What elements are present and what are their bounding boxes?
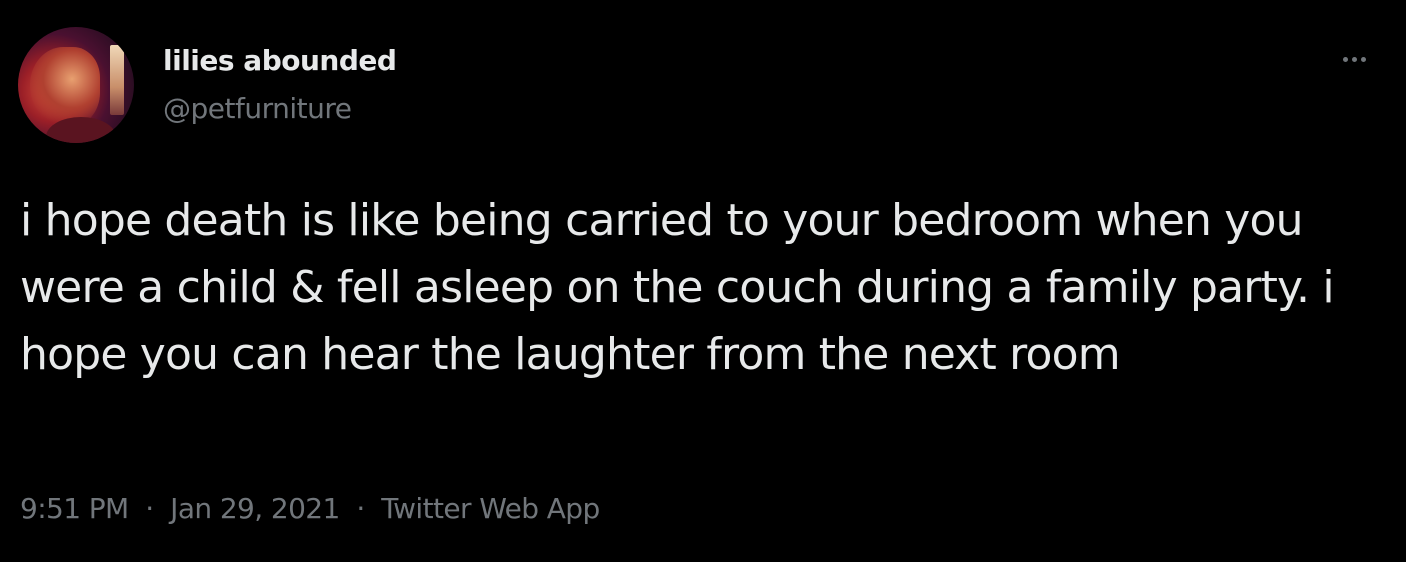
avatar-hair-shape bbox=[30, 47, 100, 127]
meta-separator: · bbox=[136, 492, 162, 525]
avatar-frame-shape bbox=[110, 45, 124, 115]
ellipsis-dot bbox=[1360, 56, 1366, 62]
tweet-source[interactable]: Twitter Web App bbox=[381, 492, 600, 525]
tweet-time[interactable]: 9:51 PM bbox=[20, 492, 129, 525]
meta-separator: · bbox=[348, 492, 373, 525]
ellipsis-dot bbox=[1351, 56, 1357, 62]
tweet-text: i hope death is like being carried to yo… bbox=[20, 195, 1335, 380]
display-name[interactable]: lilies abounded bbox=[163, 44, 397, 77]
tweet-metadata: 9:51 PM · Jan 29, 2021 · Twitter Web App bbox=[20, 492, 600, 525]
ellipsis-horizontal-icon bbox=[1342, 56, 1348, 62]
tweet-date[interactable]: Jan 29, 2021 bbox=[170, 492, 340, 525]
more-options-button[interactable] bbox=[1334, 44, 1374, 74]
avatar[interactable] bbox=[18, 27, 134, 143]
tweet: lilies abounded @petfurniture i hope dea… bbox=[0, 0, 1406, 562]
user-handle[interactable]: @petfurniture bbox=[163, 92, 352, 125]
